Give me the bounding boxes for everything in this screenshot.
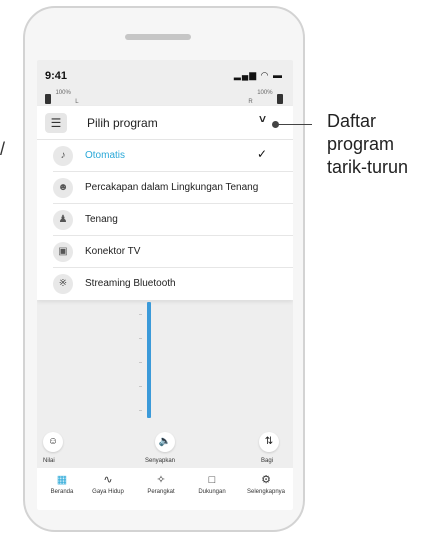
callout-line-3: tarik-turun [327, 157, 409, 177]
callout-line-1: Daftar [327, 111, 377, 131]
slider-tick [139, 386, 142, 387]
program-item-tenang[interactable]: ♟ Tenang [37, 204, 293, 236]
action-label-senyapkan: Senyapkan [145, 458, 176, 464]
list-icon: ☰ [45, 113, 67, 133]
chat-icon: □ [208, 474, 216, 486]
edge-mark: / [0, 139, 6, 159]
action-row: ☺ Nilai 🔈 Senyapkan ⇅ Bagi [37, 432, 293, 468]
volume-slider[interactable] [147, 302, 151, 418]
conversation-icon: ☻ [53, 178, 73, 198]
smile-icon[interactable]: ☺ [43, 432, 63, 452]
slider-tick [139, 338, 142, 339]
battery-icon [45, 93, 51, 104]
battery-right-side: R [248, 99, 253, 105]
gear-icon: ⚙ [261, 474, 271, 486]
signal-wifi-battery-icon: ▂▄▆ ◠ ▬ [233, 70, 283, 80]
nav-label: Gaya Hidup [92, 489, 124, 495]
battery-icon [277, 93, 283, 104]
callout-label: Daftar program tarik-turun [327, 110, 408, 179]
auto-icon: ♪ [53, 146, 73, 166]
callout-line-2: program [327, 134, 395, 154]
nav-item-beranda[interactable]: ▦ Beranda [37, 473, 87, 495]
nav-label: Selengkapnya [246, 489, 286, 495]
dropdown-title: Pilih program [87, 116, 158, 130]
chevron-down-icon[interactable]: ˅ [259, 112, 266, 126]
app-screen: 9:41 ▂▄▆ ◠ ▬ 100% L R 100% ☰ Pilih progr… [37, 60, 293, 510]
quiet-icon: ♟ [53, 210, 73, 230]
battery-left-percent: 100% [55, 90, 71, 96]
program-item-label: Percakapan dalam Lingkungan Tenang [85, 182, 259, 193]
split-icon[interactable]: ⇅ [259, 432, 279, 452]
nav-label: Dukungan [198, 489, 226, 495]
speaker-icon[interactable]: 🔈 [155, 432, 175, 452]
grid-icon: ▦ [56, 474, 68, 486]
program-dropdown-header[interactable]: ☰ Pilih program ˅ [37, 106, 293, 140]
action-label-nilai: Nilai [43, 458, 55, 464]
status-bar: 9:41 ▂▄▆ ◠ ▬ 100% L R 100% [37, 60, 293, 110]
program-item-label: Otomatis [85, 150, 126, 161]
bottom-nav: ▦ Beranda ∿ Gaya Hidup ✧ Perangkat □ Duk… [37, 468, 293, 510]
status-time: 9:41 [45, 70, 68, 82]
nav-label: Perangkat [147, 489, 175, 495]
program-item-otomatis[interactable]: ♪ Otomatis ✓ [37, 140, 293, 172]
program-dropdown: ☰ Pilih program ˅ ♪ Otomatis ✓ ☻ Percaka… [37, 106, 293, 300]
program-item-label: Streaming Bluetooth [85, 278, 176, 289]
nav-item-perangkat[interactable]: ✧ Perangkat [136, 473, 186, 495]
slider-tick [139, 362, 142, 363]
program-item-percakapan[interactable]: ☻ Percakapan dalam Lingkungan Tenang [37, 172, 293, 204]
bluetooth-icon: ※ [53, 274, 73, 294]
program-item-label: Tenang [85, 214, 118, 225]
nav-item-gaya-hidup[interactable]: ∿ Gaya Hidup [83, 473, 133, 495]
callout-line [276, 124, 312, 125]
program-item-label: Konektor TV [85, 246, 141, 257]
pulse-icon: ∿ [103, 474, 113, 486]
nav-item-selengkapnya[interactable]: ⚙ Selengkapnya [241, 473, 291, 495]
battery-right-percent: 100% [257, 90, 273, 96]
phone-frame: 9:41 ▂▄▆ ◠ ▬ 100% L R 100% ☰ Pilih progr… [23, 6, 305, 532]
tv-icon: ▣ [53, 242, 73, 262]
slider-tick [139, 410, 142, 411]
nav-item-dukungan[interactable]: □ Dukungan [187, 473, 237, 495]
action-label-bagi: Bagi [261, 458, 274, 464]
slider-tick [139, 314, 142, 315]
battery-left-side: L [75, 99, 79, 105]
program-item-streaming-bluetooth[interactable]: ※ Streaming Bluetooth [37, 268, 293, 300]
program-item-konektor-tv[interactable]: ▣ Konektor TV [37, 236, 293, 268]
hearing-aid-icon: ✧ [156, 474, 166, 486]
nav-label: Beranda [50, 489, 74, 495]
phone-speaker [125, 34, 191, 40]
check-icon: ✓ [257, 147, 268, 161]
